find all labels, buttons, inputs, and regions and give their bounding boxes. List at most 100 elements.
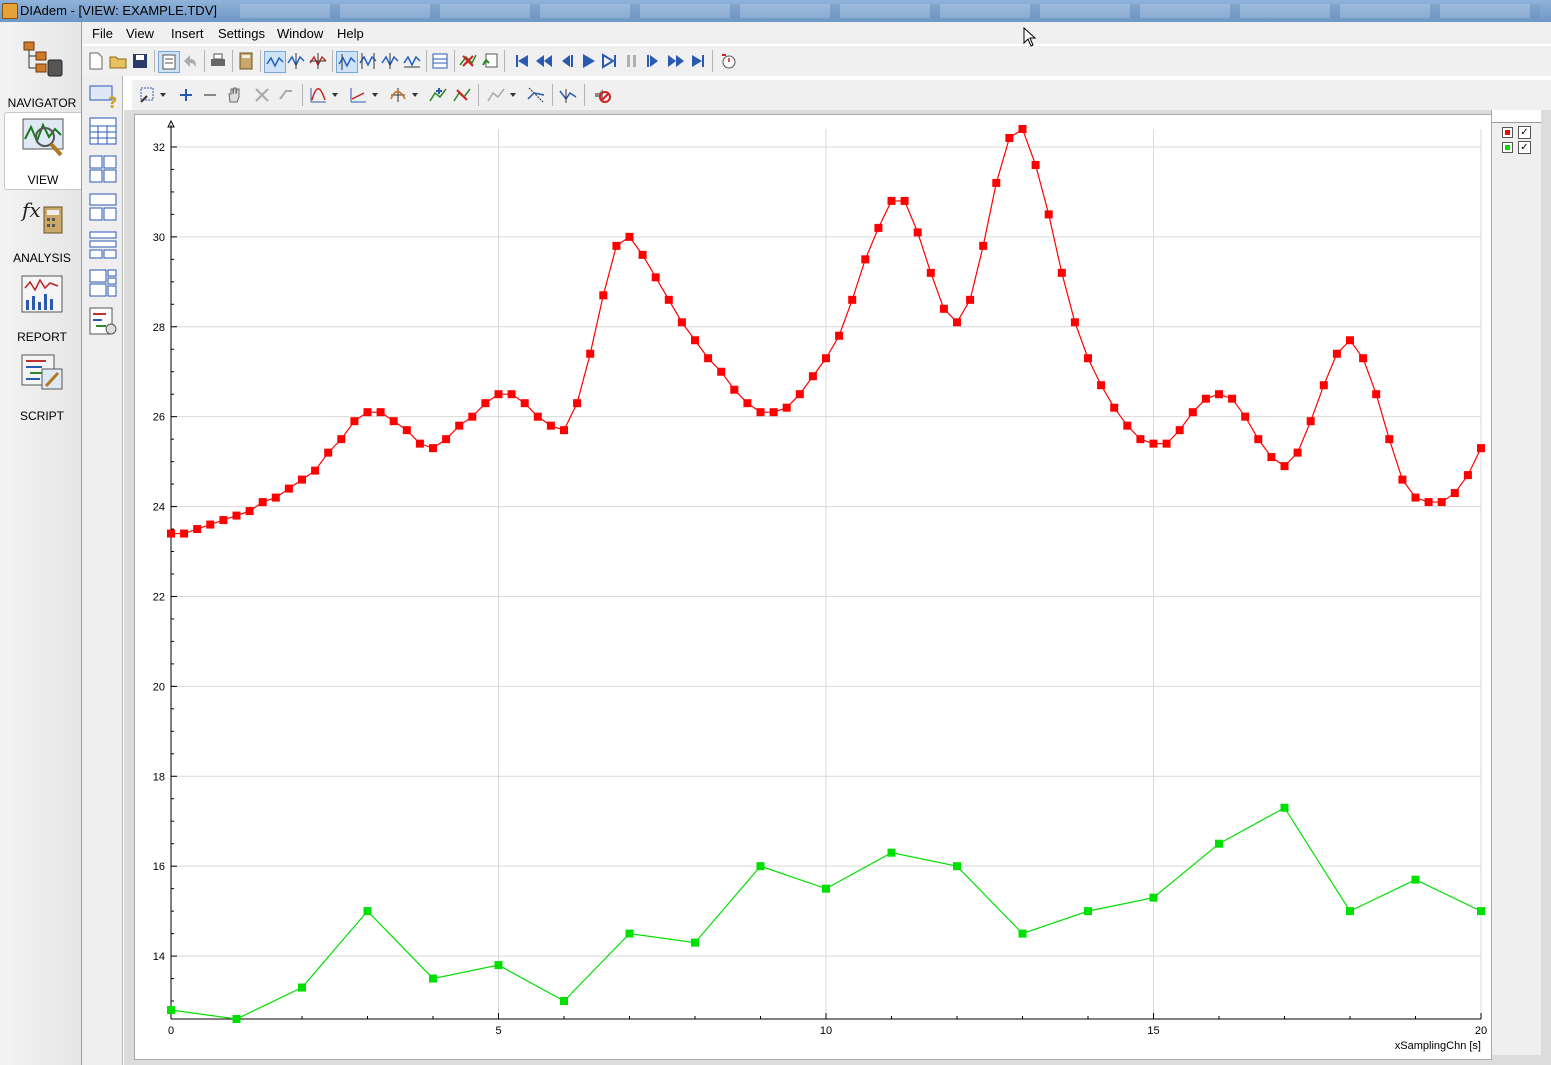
- y-tick-label: 22: [153, 591, 165, 603]
- table-view-icon[interactable]: [88, 116, 118, 146]
- layout-3-icon[interactable]: [88, 230, 118, 260]
- series-1-point: [1110, 403, 1119, 412]
- legend-row-series2[interactable]: ✓: [1502, 141, 1536, 155]
- curve-icon[interactable]: [308, 85, 328, 105]
- window-title: DIAdem - [VIEW: EXAMPLE.TDV]: [20, 3, 217, 18]
- line-chart[interactable]: 14 16 18 20 22 24 26 28 30 32 0 5 10 15 20 xSamplingChn…: [135, 115, 1491, 1059]
- nav-item-view[interactable]: VIEW: [4, 112, 81, 190]
- marker-icon[interactable]: [558, 85, 578, 105]
- axis-icon[interactable]: [348, 85, 368, 105]
- crosshair-cursor-icon[interactable]: [308, 51, 328, 71]
- layout-2-rows-icon[interactable]: [88, 192, 118, 222]
- nav-label-navigator: NAVIGATOR: [7, 96, 77, 110]
- report-icon: [21, 275, 63, 313]
- series-1-point: [691, 336, 699, 345]
- save-icon[interactable]: [130, 51, 150, 71]
- print-icon[interactable]: [208, 51, 228, 71]
- nav-item-navigator[interactable]: NAVIGATOR: [4, 36, 80, 112]
- timer-icon[interactable]: [718, 51, 738, 71]
- zoom-in-icon[interactable]: [176, 85, 196, 105]
- nav-item-report[interactable]: REPORT: [4, 270, 80, 346]
- calculator-icon[interactable]: [236, 51, 256, 71]
- cursor-sync-icon[interactable]: [526, 85, 546, 105]
- delete-flags-icon[interactable]: [458, 51, 478, 71]
- legend-checkbox-series1[interactable]: ✓: [1518, 126, 1531, 139]
- play-step-icon[interactable]: [600, 51, 620, 71]
- zoom-reset-icon[interactable]: [252, 85, 272, 105]
- chart-panel[interactable]: 14 16 18 20 22 24 26 28 30 32 0 5 10 15 20 xSamplingChn…: [134, 114, 1492, 1060]
- sheet-settings-icon[interactable]: [88, 306, 118, 336]
- zoom-fit-icon[interactable]: [138, 85, 158, 105]
- layout-mixed-icon[interactable]: [88, 268, 118, 298]
- series-1-point: [455, 421, 464, 430]
- help-view-icon[interactable]: ?: [88, 80, 118, 110]
- frame-cursor-icon-2[interactable]: [402, 51, 422, 71]
- series-1-point: [704, 354, 713, 363]
- channel-table-icon[interactable]: [430, 51, 450, 71]
- pause-icon[interactable]: [622, 51, 642, 71]
- series-1-point: [1346, 336, 1354, 345]
- first-icon[interactable]: [512, 51, 532, 71]
- menu-file[interactable]: File: [92, 26, 113, 41]
- band-cursor-icon[interactable]: [336, 51, 358, 73]
- y-tick-label: 32: [153, 142, 165, 154]
- step-back-icon[interactable]: [556, 51, 576, 71]
- series-1-point: [979, 241, 988, 250]
- last-icon[interactable]: [688, 51, 708, 71]
- series-2-point: [1215, 839, 1223, 848]
- series-1-point: [573, 399, 582, 408]
- series-2-point: [1018, 929, 1027, 938]
- series-2-point: [1411, 875, 1420, 884]
- legend-row-series1[interactable]: ✓: [1502, 126, 1536, 140]
- flags-cursor-icon[interactable]: [380, 51, 400, 71]
- series-1-point: [586, 349, 595, 358]
- add-curve-icon[interactable]: [428, 85, 448, 105]
- fast-back-icon[interactable]: [534, 51, 554, 71]
- peak-cursor-icon[interactable]: [286, 51, 306, 71]
- toolbar-separator: [426, 50, 427, 72]
- step-forward-icon[interactable]: [644, 51, 664, 71]
- series-2-point: [887, 848, 896, 857]
- remove-curve-icon[interactable]: [452, 85, 472, 105]
- zoom-dropdown-icon[interactable]: [158, 85, 168, 105]
- menu-bar: File View Insert Settings Window Help: [82, 22, 1551, 44]
- scaling-dropdown-icon[interactable]: [410, 85, 420, 105]
- y-tick-label: 18: [153, 771, 165, 783]
- series-1-point: [599, 291, 608, 300]
- frame-cursor-icon[interactable]: [358, 51, 378, 71]
- menu-help[interactable]: Help: [337, 26, 364, 41]
- legend-checkbox-series2[interactable]: ✓: [1518, 141, 1531, 154]
- series-1-point: [560, 426, 568, 435]
- curve-dropdown-icon[interactable]: [330, 85, 340, 105]
- series-1-point: [1149, 439, 1158, 448]
- fast-forward-icon[interactable]: [666, 51, 686, 71]
- menu-insert[interactable]: Insert: [171, 26, 204, 41]
- overlay-dropdown-icon[interactable]: [508, 85, 518, 105]
- axis-dropdown-icon[interactable]: [370, 85, 380, 105]
- menu-settings[interactable]: Settings: [218, 26, 265, 41]
- series-1-point: [1280, 462, 1289, 471]
- nav-item-analysis[interactable]: fx ANALYSIS: [4, 191, 80, 267]
- zoom-out-icon[interactable]: [200, 85, 220, 105]
- mute-icon[interactable]: [592, 85, 612, 105]
- scaling-icon[interactable]: [388, 85, 408, 105]
- overlay-icon[interactable]: [486, 85, 506, 105]
- open-file-icon[interactable]: [108, 51, 128, 71]
- copy-data-icon[interactable]: [480, 51, 500, 71]
- pan-hand-icon[interactable]: [224, 85, 244, 105]
- menu-window[interactable]: Window: [277, 26, 323, 41]
- play-icon[interactable]: [578, 51, 598, 71]
- undo-icon[interactable]: [180, 51, 200, 71]
- properties-icon[interactable]: [158, 51, 180, 73]
- series-1-point: [311, 466, 320, 475]
- cursor-mode-icon[interactable]: [264, 51, 286, 73]
- new-file-icon[interactable]: [86, 51, 106, 71]
- series-1-point: [664, 295, 673, 304]
- series-1-point: [1097, 381, 1106, 390]
- layout-4-icon[interactable]: [88, 154, 118, 184]
- menu-view[interactable]: View: [126, 26, 154, 41]
- nav-item-script[interactable]: SCRIPT: [4, 349, 80, 425]
- series-1-point: [1411, 493, 1420, 502]
- x-tick-label: 15: [1147, 1025, 1159, 1037]
- zoom-undo-icon[interactable]: [276, 85, 296, 105]
